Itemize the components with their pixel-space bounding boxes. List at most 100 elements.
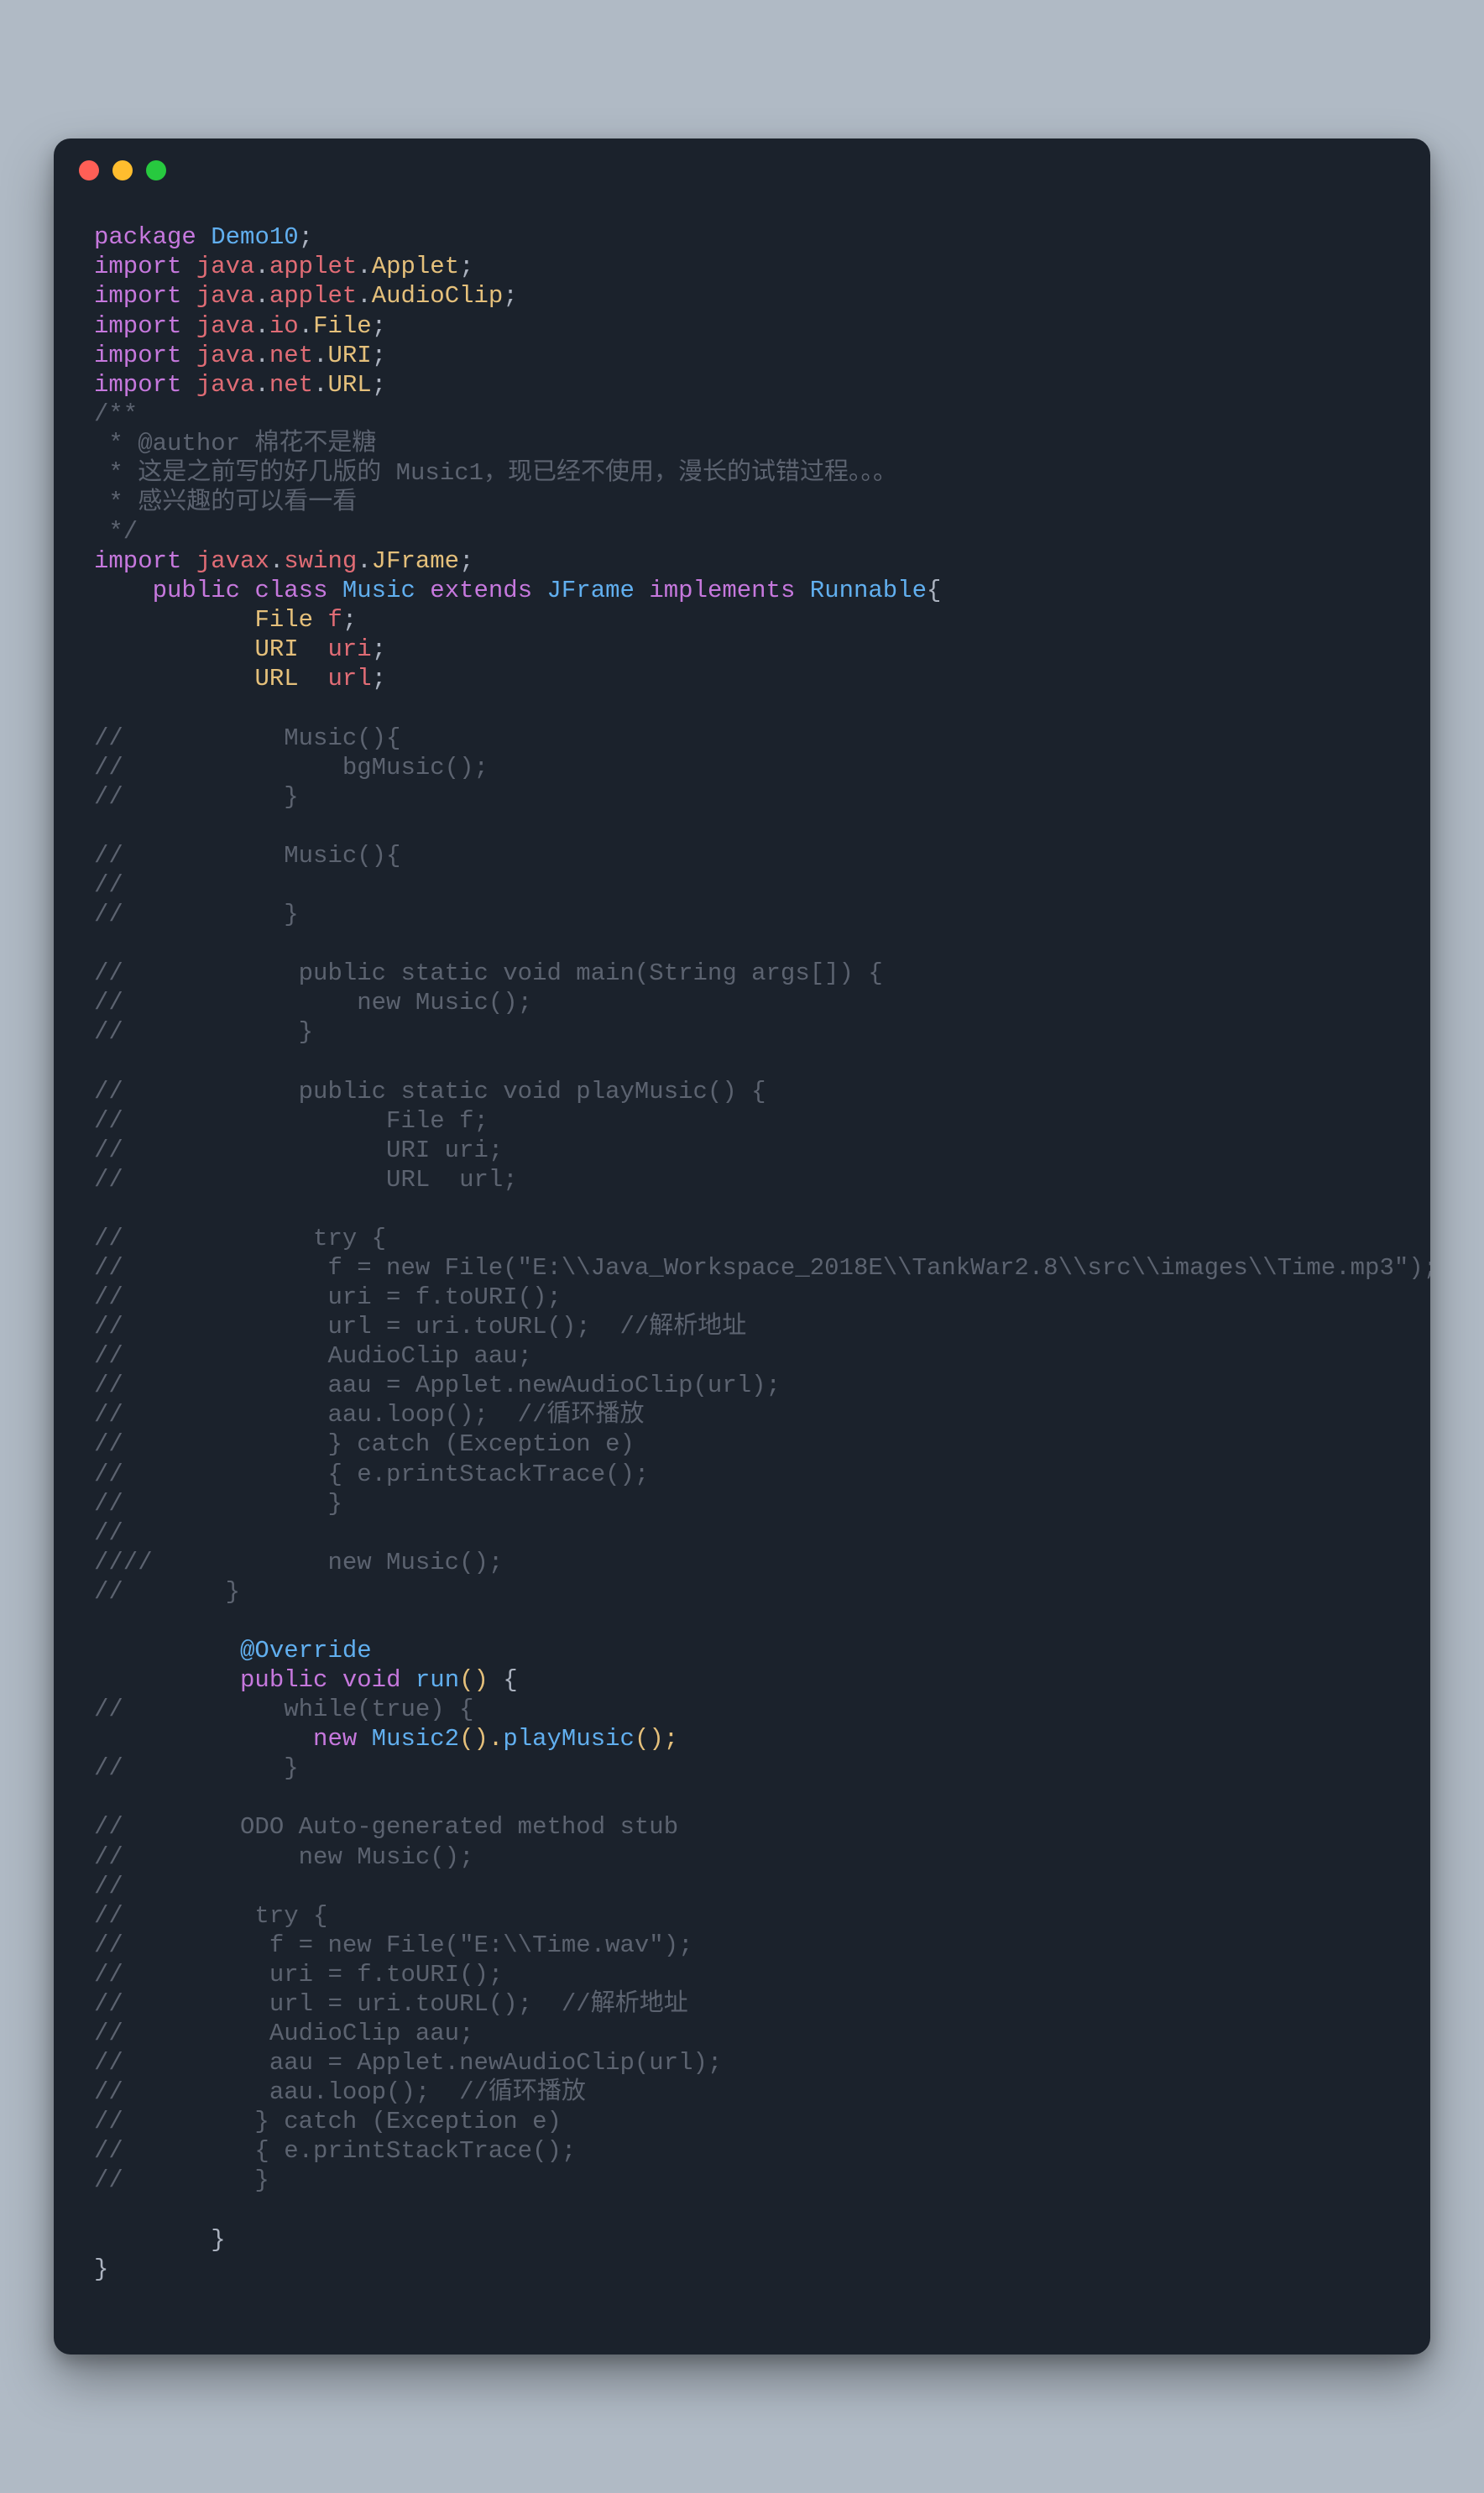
comment-line: // f = new File("E:\\Time.wav"); bbox=[94, 1931, 693, 1959]
comment-line: // } bbox=[94, 2166, 269, 2194]
dot: . bbox=[254, 253, 269, 280]
comment-line: // } bbox=[94, 901, 299, 928]
base-name: JFrame bbox=[547, 577, 635, 604]
comment-line: // f = new File("E:\\Java_Workspace_2018… bbox=[94, 1254, 1430, 1282]
comment-line: // while(true) { bbox=[94, 1696, 473, 1723]
annotation: @Override bbox=[240, 1637, 372, 1665]
comment-line: // aau.loop(); //循环播放 bbox=[94, 1401, 645, 1429]
kw-class: class bbox=[254, 577, 327, 604]
ns: swing bbox=[284, 547, 357, 575]
paren: () bbox=[459, 1666, 489, 1694]
kw-package: package bbox=[94, 223, 196, 251]
comment-line: // ODO Auto-generated method stub bbox=[94, 1813, 678, 1841]
stage: package Demo10; import java.applet.Apple… bbox=[0, 0, 1484, 2493]
dot: . bbox=[254, 282, 269, 310]
comment-line: // } catch (Exception e) bbox=[94, 1430, 635, 1458]
ns: applet bbox=[269, 253, 357, 280]
dot: . bbox=[299, 312, 313, 340]
ns: java bbox=[196, 312, 255, 340]
comment-line: // } bbox=[94, 1490, 342, 1518]
ns: javax bbox=[196, 547, 269, 575]
comment-line: // new Music(); bbox=[94, 989, 532, 1017]
comment-line: // bbox=[94, 1873, 123, 1900]
comment-line: // bgMusic(); bbox=[94, 754, 489, 781]
ns: java bbox=[196, 342, 255, 369]
code-block: package Demo10; import java.applet.Apple… bbox=[54, 189, 1430, 2303]
kw-void: void bbox=[342, 1666, 401, 1694]
method-name: run bbox=[415, 1666, 459, 1694]
comment-line: // { e.printStackTrace(); bbox=[94, 1461, 649, 1488]
comment-line: // File f; bbox=[94, 1107, 489, 1135]
doc-line: * 感兴趣的可以看一看 bbox=[94, 489, 357, 516]
dot: . bbox=[357, 253, 371, 280]
comment-line: // URL url; bbox=[94, 1166, 518, 1194]
comment-line: // aau.loop(); //循环播放 bbox=[94, 2078, 586, 2106]
comment-line: // uri = f.toURI(); bbox=[94, 1283, 562, 1311]
ns: java bbox=[196, 371, 255, 399]
comment-line: // AudioClip aau; bbox=[94, 2020, 473, 2047]
cls: JFrame bbox=[372, 547, 459, 575]
comment-line: // bbox=[94, 871, 123, 899]
minimize-icon[interactable] bbox=[112, 160, 133, 180]
ns: applet bbox=[269, 282, 357, 310]
call-chain: (). bbox=[459, 1725, 503, 1753]
titlebar bbox=[54, 138, 1430, 189]
kw-new: new bbox=[313, 1725, 357, 1753]
kw-extends: extends bbox=[430, 577, 532, 604]
class-name: Music bbox=[342, 577, 415, 604]
comment-line: // } bbox=[94, 1754, 299, 1782]
dot: . bbox=[357, 547, 371, 575]
ns: java bbox=[196, 282, 255, 310]
comment-line: // url = uri.toURL(); //解析地址 bbox=[94, 1990, 688, 2018]
brace-close: } bbox=[94, 2255, 108, 2283]
dot: . bbox=[357, 282, 371, 310]
dot: . bbox=[313, 342, 327, 369]
comment-line: // aau = Applet.newAudioClip(url); bbox=[94, 1372, 781, 1399]
cls: Applet bbox=[372, 253, 459, 280]
brace: { bbox=[503, 1666, 517, 1694]
dot: . bbox=[269, 547, 284, 575]
code-window: package Demo10; import java.applet.Apple… bbox=[54, 138, 1430, 2354]
cls: URI bbox=[327, 342, 371, 369]
close-icon[interactable] bbox=[79, 160, 99, 180]
comment-line: // public static void playMusic() { bbox=[94, 1078, 766, 1105]
comment-line: // try { bbox=[94, 1902, 327, 1930]
comment-line: // } bbox=[94, 783, 299, 811]
field-name: f bbox=[327, 606, 342, 634]
comment-line: // } bbox=[94, 1578, 240, 1606]
kw-implements: implements bbox=[649, 577, 795, 604]
field-type: URI bbox=[254, 635, 298, 663]
comment-line: // url = uri.toURL(); //解析地址 bbox=[94, 1313, 746, 1341]
maximize-icon[interactable] bbox=[146, 160, 166, 180]
cls: URL bbox=[327, 371, 371, 399]
method-call: playMusic bbox=[503, 1725, 635, 1753]
ns: io bbox=[269, 312, 299, 340]
doc-line: /** bbox=[94, 400, 138, 428]
kw-public: public bbox=[153, 577, 240, 604]
doc-line: * @author 棉花不是糖 bbox=[94, 430, 376, 457]
dot: . bbox=[254, 371, 269, 399]
comment-line: // new Music(); bbox=[94, 1843, 473, 1871]
kw-import: import bbox=[94, 547, 181, 575]
kw-import: import bbox=[94, 282, 181, 310]
kw-import: import bbox=[94, 342, 181, 369]
comment-line: // { e.printStackTrace(); bbox=[94, 2137, 576, 2165]
ns: net bbox=[269, 371, 313, 399]
comment-line: // uri = f.toURI(); bbox=[94, 1961, 503, 1989]
doc-line: * 这是之前写的好几版的 Music1，现已经不使用，漫长的试错过程。。。 bbox=[94, 459, 897, 487]
kw-public: public bbox=[240, 1666, 327, 1694]
comment-line: // URI uri; bbox=[94, 1137, 503, 1164]
ns: net bbox=[269, 342, 313, 369]
brace: { bbox=[927, 577, 941, 604]
cls: File bbox=[313, 312, 372, 340]
comment-line: // aau = Applet.newAudioClip(url); bbox=[94, 2049, 722, 2077]
dot: . bbox=[313, 371, 327, 399]
comment-line: // } catch (Exception e) bbox=[94, 2108, 562, 2135]
kw-import: import bbox=[94, 371, 181, 399]
field-name: url bbox=[327, 665, 371, 692]
dot: . bbox=[254, 342, 269, 369]
comment-line: //// new Music(); bbox=[94, 1549, 503, 1576]
dot: . bbox=[254, 312, 269, 340]
comment-line: // Music(){ bbox=[94, 724, 400, 752]
comment-line: // } bbox=[94, 1018, 313, 1046]
